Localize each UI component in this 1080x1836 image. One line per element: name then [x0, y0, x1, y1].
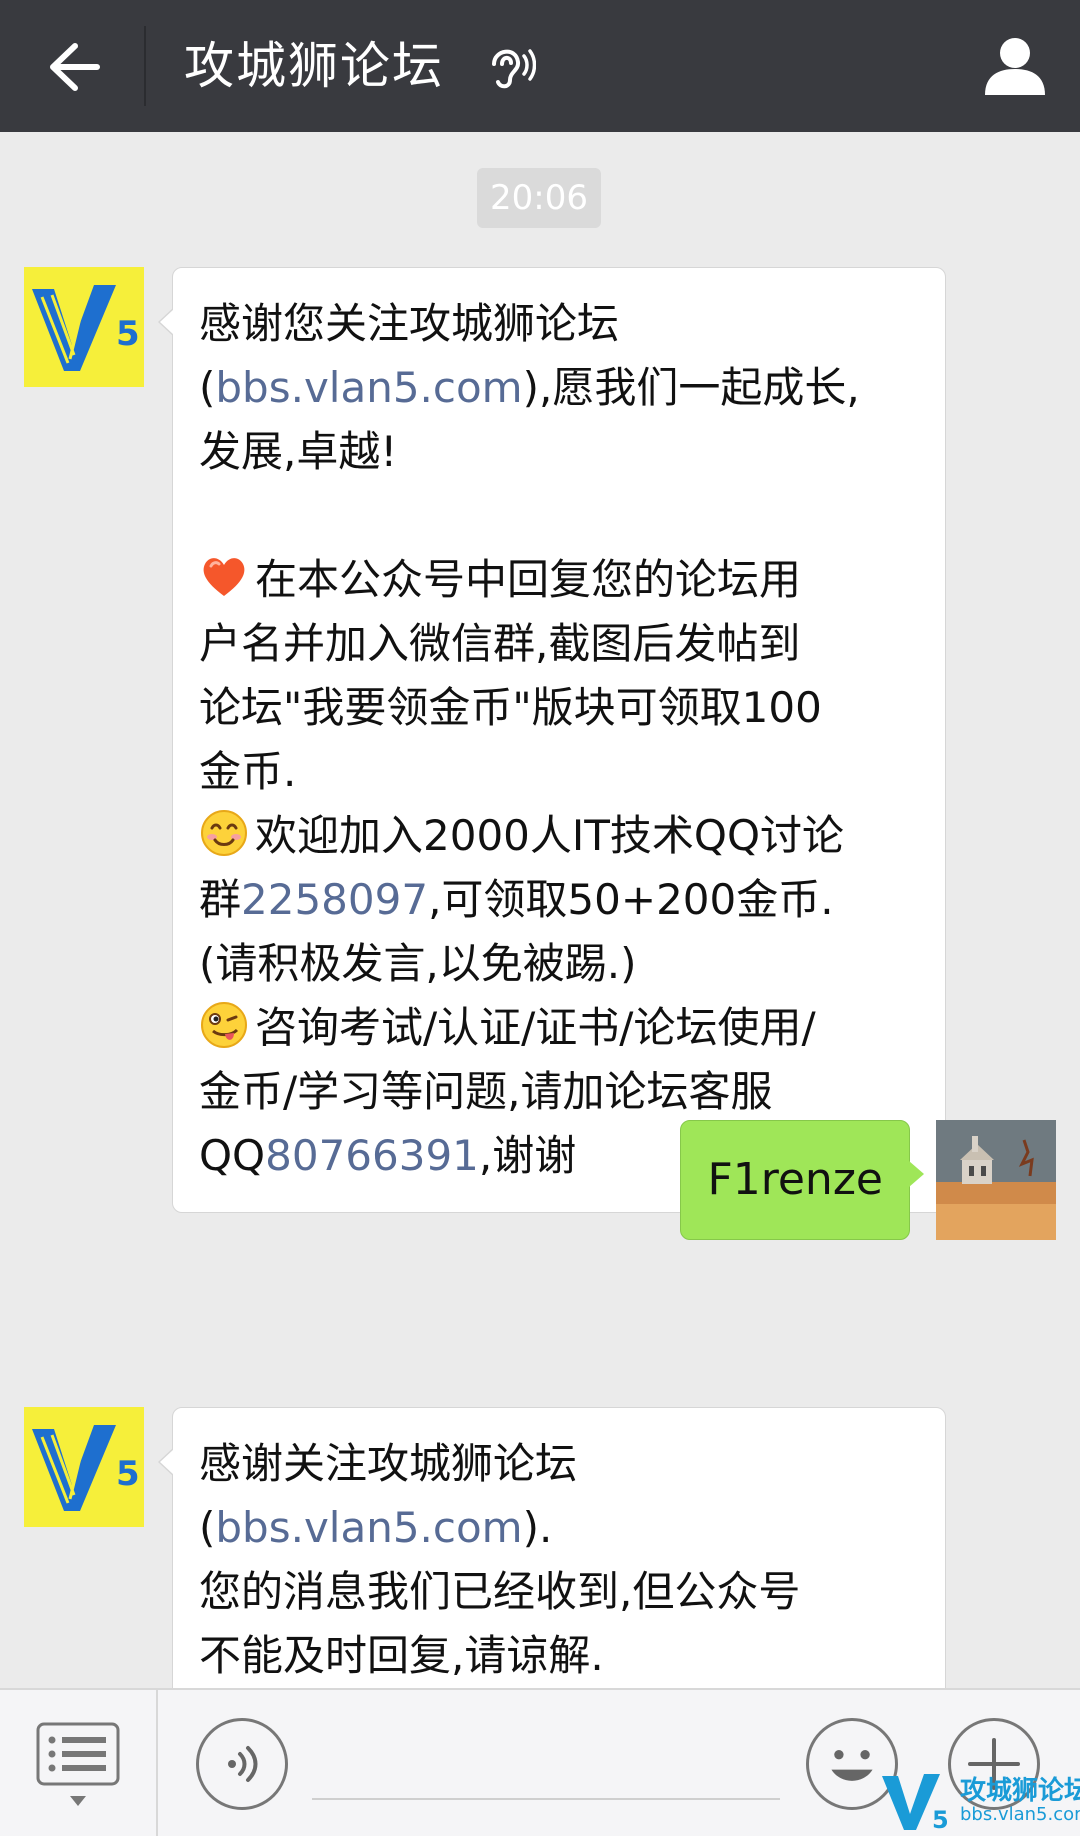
- message-line: (请积极发言,以免被踢.): [199, 939, 637, 988]
- chat-area[interactable]: 20:06 5 感谢您关注攻城狮论坛 (bbs.vlan5.com),愿我们一起…: [0, 132, 1080, 1727]
- outgoing-message-bubble[interactable]: F1renze: [680, 1120, 924, 1240]
- official-account-avatar[interactable]: 5: [24, 267, 144, 387]
- qq-group-link[interactable]: 2258097: [241, 875, 428, 924]
- message-line: 感谢关注攻城狮论坛: [199, 1439, 578, 1488]
- chat-title: 攻城狮论坛: [184, 37, 444, 95]
- person-icon: [985, 38, 1045, 95]
- user-avatar[interactable]: [936, 1120, 1056, 1240]
- message-input[interactable]: [312, 1798, 780, 1800]
- watermark-url: bbs.vlan5.com: [960, 1804, 1080, 1825]
- voice-button[interactable]: [196, 1718, 288, 1810]
- heart-emoji-icon: [203, 558, 245, 596]
- message-line: 您的消息我们已经收到,但公众号: [199, 1567, 801, 1616]
- message-line: 感谢您关注攻城狮论坛: [199, 299, 620, 348]
- arrow-left-icon: [50, 43, 100, 91]
- message-line: 咨询考试/认证/证书/论坛使用/: [199, 996, 919, 1060]
- voice-icon: [228, 1746, 258, 1782]
- watermark-name: 攻城狮论坛: [960, 1776, 1080, 1806]
- header-divider: [144, 26, 146, 106]
- svg-text:5: 5: [932, 1806, 949, 1834]
- menu-toggle-button[interactable]: [36, 1722, 120, 1812]
- svg-text:5: 5: [116, 314, 140, 354]
- qq-service-link[interactable]: 80766391: [265, 1131, 479, 1180]
- message-line: 群2258097,可领取50+200金币.: [199, 875, 834, 924]
- message-line: 金币.: [199, 747, 297, 796]
- official-account-avatar[interactable]: 5: [24, 1407, 144, 1527]
- bottom-bar-divider: [156, 1690, 158, 1836]
- v5-watermark-logo-icon: 5: [882, 1774, 949, 1834]
- profile-button[interactable]: [970, 20, 1060, 112]
- v5-logo-icon: 5: [24, 1407, 144, 1527]
- message-line: 发展,卓越!: [199, 427, 398, 476]
- message-line: 欢迎加入2000人IT技术QQ讨论: [199, 804, 919, 868]
- smile-emoji-icon: [201, 810, 247, 856]
- incoming-message-bubble[interactable]: 感谢关注攻城狮论坛 (bbs.vlan5.com). 您的消息我们已经收到,但公…: [158, 1407, 946, 1727]
- message-line: (bbs.vlan5.com),愿我们一起成长,: [199, 363, 860, 412]
- message-line: 户名并加入微信群,截图后发帖到: [199, 619, 801, 668]
- ear-icon: [492, 49, 536, 89]
- list-menu-icon: [36, 1722, 120, 1806]
- title-bar: 攻城狮论坛: [0, 0, 1080, 132]
- forum-link[interactable]: bbs.vlan5.com: [215, 1503, 522, 1552]
- site-watermark: 5 攻城狮论坛 bbs.vlan5.com: [880, 1768, 1080, 1834]
- user-avatar-image: [936, 1120, 1056, 1240]
- message-line: 不能及时回复,请谅解.: [199, 1631, 604, 1680]
- incoming-message-bubble[interactable]: 感谢您关注攻城狮论坛 (bbs.vlan5.com),愿我们一起成长, 发展,卓…: [158, 267, 946, 1213]
- v5-logo-icon: 5: [24, 267, 144, 387]
- message-line: (bbs.vlan5.com).: [199, 1503, 553, 1552]
- message-line: 金币/学习等问题,请加论坛客服: [199, 1067, 773, 1116]
- message-line: 在本公众号中回复您的论坛用: [199, 548, 919, 612]
- back-button[interactable]: [28, 22, 118, 112]
- forum-link[interactable]: bbs.vlan5.com: [215, 363, 522, 412]
- message-line: 论坛"我要领金币"版块可领取100: [199, 683, 822, 732]
- wink-emoji-icon: [201, 1002, 247, 1048]
- message-timestamp: 20:06: [477, 168, 601, 228]
- svg-text:5: 5: [116, 1454, 140, 1494]
